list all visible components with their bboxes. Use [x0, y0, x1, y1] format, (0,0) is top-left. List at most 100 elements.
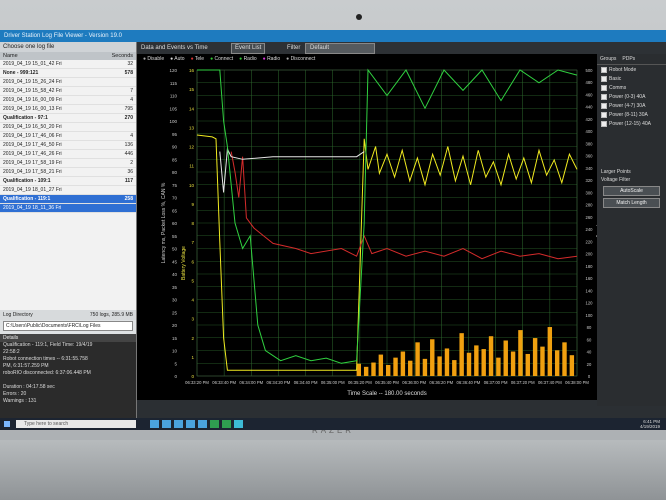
checkbox-icon[interactable]: [601, 120, 607, 127]
amperage-bar: [415, 342, 420, 376]
amperage-bar: [540, 346, 545, 376]
checkbox-icon[interactable]: [601, 66, 607, 73]
y-voltage-tick-label: 2: [191, 336, 194, 341]
checkbox-icon[interactable]: [601, 93, 607, 100]
log-row[interactable]: 2019_04_19 15_26_24 Fri: [0, 78, 136, 87]
event-list-tab[interactable]: Event List: [231, 43, 266, 54]
detail-line: Duration : 04:17.58 sec: [3, 384, 55, 390]
amperage-bar: [363, 366, 369, 376]
log-row[interactable]: 2019_04_19 15_01_42 Fri 32: [0, 60, 136, 69]
log-path-field[interactable]: C:\Users\Public\Documents\FRC\Log Files: [3, 321, 133, 331]
log-row[interactable]: Qualification - 109:1 117: [0, 177, 136, 186]
log-row[interactable]: 2019_04_19 15_58_42 Fri 7: [0, 87, 136, 96]
log-row[interactable]: 2019_04_19 18_11_36 Fri: [0, 204, 136, 213]
group-checkbox[interactable]: Robot Mode: [597, 65, 666, 74]
group-checkbox[interactable]: Basic: [597, 74, 666, 83]
chart[interactable]: 06:33:20 PM 06:33:40 PM 06:34:00 PM 06:34:2…: [137, 64, 601, 400]
y-right-tick-label: 320: [586, 178, 594, 183]
log-row[interactable]: 2019_04_19 17_46_06 Fri 4: [0, 132, 136, 141]
amperage-bar: [474, 345, 479, 376]
legend-item[interactable]: ● Disconnect: [286, 56, 315, 62]
y-right-tick-label: 460: [586, 92, 594, 97]
y-right-tick-label: 360: [586, 154, 594, 159]
mail-icon[interactable]: [198, 420, 207, 428]
y-voltage-tick-label: 14: [189, 106, 195, 111]
windows-start-icon[interactable]: [4, 421, 10, 427]
log-directory: Log Directory 750 logs, 285.9 MB: [0, 310, 136, 320]
amperage-bar: [437, 356, 442, 376]
checkbox-icon[interactable]: [601, 84, 607, 91]
y-voltage-tick-label: 12: [189, 145, 195, 150]
group-checkbox[interactable]: Power (8-11) 30A: [597, 110, 666, 119]
legend-item[interactable]: ● Radio: [239, 56, 257, 62]
autoscale-button[interactable]: AutoScale: [603, 186, 660, 196]
y-left-axis-title: Latency ms, Packet Loss %, CAN %: [161, 182, 167, 263]
task-view-icon[interactable]: [150, 420, 159, 428]
log-row[interactable]: 2019_04_19 17_46_26 Fri 446: [0, 150, 136, 159]
x-tick-label: 06:35:00 PM: [321, 380, 345, 385]
legend-item[interactable]: ● Radio: [263, 56, 281, 62]
log-row[interactable]: 2019_04_19 16_00_13 Fri 795: [0, 105, 136, 114]
checkbox-icon[interactable]: [601, 75, 607, 82]
log-row[interactable]: None - 999:121 578: [0, 69, 136, 78]
legend-item[interactable]: ● Connect: [210, 56, 233, 62]
edge-icon[interactable]: [162, 420, 171, 428]
log-row-name: 2019_04_19 18_01_27 Fri: [3, 187, 62, 193]
viewer-icon[interactable]: [234, 420, 243, 428]
amperage-bar: [547, 327, 553, 376]
log-row[interactable]: Qualification - 119:1 258: [0, 195, 136, 204]
legend-item[interactable]: ● Auto: [170, 56, 184, 62]
view-label[interactable]: Data and Events vs Time: [141, 42, 208, 54]
checkbox-label: Power (0-3) 40A: [609, 93, 646, 100]
group-checkbox[interactable]: Power (0-3) 40A: [597, 92, 666, 101]
log-row-name: Qualification - 97:1: [3, 115, 48, 121]
taskbar-search[interactable]: Type here to search: [16, 420, 136, 428]
log-row-seconds: 578: [124, 70, 133, 76]
log-row-seconds: 136: [124, 142, 133, 148]
app-icon[interactable]: [222, 420, 231, 428]
x-tick-label: 06:34:00 PM: [239, 380, 263, 385]
log-row-seconds: 4: [130, 133, 133, 139]
checkbox-label: Basic: [609, 75, 622, 82]
checkbox-label: Robot Mode: [609, 66, 637, 73]
filter-select[interactable]: Default: [305, 43, 375, 54]
checkbox-label: Power (12-15) 40A: [609, 120, 651, 127]
excel-icon[interactable]: [210, 420, 219, 428]
tab-pdps[interactable]: PDPs: [622, 56, 635, 62]
log-list[interactable]: 2019_04_19 15_01_42 Fri 32 None - 999:121 5…: [0, 60, 136, 310]
y-voltage-tick-label: 10: [189, 183, 195, 188]
amperage-bar: [459, 333, 464, 376]
group-checkbox[interactable]: Comms: [597, 83, 666, 92]
legend-label: Disconnect: [290, 56, 316, 62]
amperage-bar: [452, 360, 457, 376]
larger-points-label[interactable]: Larger Points: [597, 168, 666, 176]
group-checkbox[interactable]: Power (12-15) 40A: [597, 119, 666, 128]
column-name[interactable]: Name: [3, 53, 18, 59]
detail-line: 22:58:2: [3, 349, 20, 355]
amperage-bar: [481, 349, 486, 376]
y-right-tick-label: 220: [586, 239, 594, 244]
y-left-tick-label: 40: [172, 272, 178, 277]
log-row[interactable]: 2019_04_19 16_00_09 Fri 4: [0, 96, 136, 105]
column-seconds[interactable]: Seconds: [112, 53, 133, 59]
explorer-icon[interactable]: [174, 420, 183, 428]
x-tick-label: 06:33:20 PM: [185, 380, 209, 385]
log-directory-info: 750 logs, 285.9 MB: [89, 312, 133, 318]
group-checkbox[interactable]: Power (4-7) 30A: [597, 101, 666, 110]
log-row[interactable]: Qualification - 97:1 270: [0, 114, 136, 123]
checkbox-icon[interactable]: [601, 111, 607, 118]
legend-label: Auto: [174, 56, 185, 62]
log-row[interactable]: 2019_04_19 17_46_50 Fri 136: [0, 141, 136, 150]
legend-item[interactable]: ● Tele: [191, 56, 205, 62]
log-row[interactable]: 2019_04_19 16_50_20 Fri: [0, 123, 136, 132]
log-row[interactable]: 2019_04_19 17_58_19 Fri 2: [0, 159, 136, 168]
log-row[interactable]: 2019_04_19 18_01_27 Fri: [0, 186, 136, 195]
checkbox-icon[interactable]: [601, 102, 607, 109]
log-row[interactable]: 2019_04_19 17_58_21 Fri 36: [0, 168, 136, 177]
log-row-seconds: 7: [130, 88, 133, 94]
legend-item[interactable]: ● Disable: [143, 56, 164, 62]
tab-groups[interactable]: Groups: [600, 56, 616, 62]
match-length-button[interactable]: Match Length: [603, 198, 660, 208]
voltage-filter-label[interactable]: Voltage Filter: [597, 176, 666, 184]
store-icon[interactable]: [186, 420, 195, 428]
